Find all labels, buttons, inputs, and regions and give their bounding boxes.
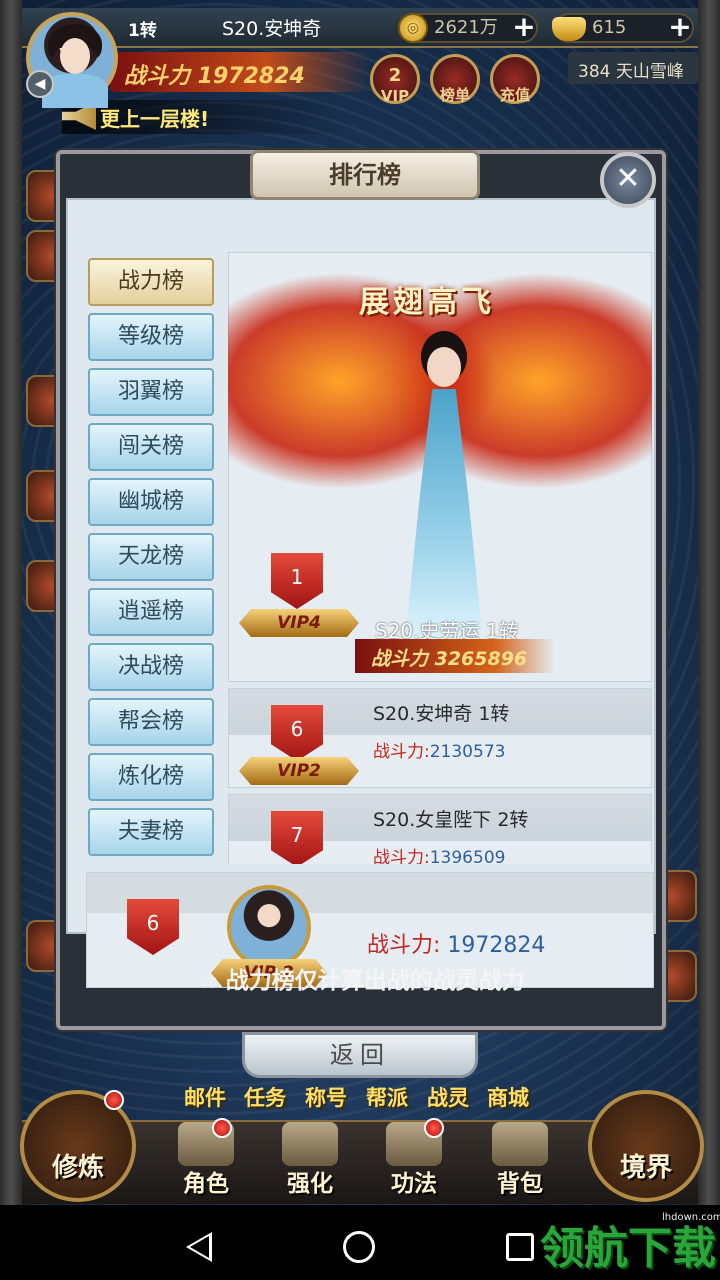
add-ingot-button[interactable]: + xyxy=(664,12,696,44)
dock-role[interactable]: 角色 xyxy=(160,1122,252,1205)
tab-wings[interactable]: 羽翼榜 xyxy=(88,368,214,416)
character-head xyxy=(427,347,461,387)
gold-value: 2621万 xyxy=(434,17,498,38)
power-label: 战斗力: xyxy=(373,742,430,762)
modal-title: 排行榜 xyxy=(250,150,480,200)
top1-character xyxy=(399,347,489,647)
vip-level: 2 xyxy=(388,65,402,86)
character-dress xyxy=(405,389,483,639)
ranking-button[interactable]: 榜单 xyxy=(430,54,480,104)
dock-label: 背包 xyxy=(497,1171,543,1197)
cultivate-label: 修炼 xyxy=(51,1153,104,1183)
tab-dragon[interactable]: 天龙榜 xyxy=(88,533,214,581)
gold-counter: ◎ 2621万 + xyxy=(398,12,540,44)
rank-shield: 7 xyxy=(271,811,323,864)
vip-badge: VIP2 xyxy=(239,757,359,785)
tab-couple[interactable]: 夫妻榜 xyxy=(88,808,214,856)
anvil-icon xyxy=(282,1122,338,1166)
ingot-icon xyxy=(552,17,586,41)
player-name: S20.安坤奇 xyxy=(222,18,322,40)
ranking-label: 榜单 xyxy=(439,86,470,104)
tab-ghost-city[interactable]: 幽城榜 xyxy=(88,478,214,526)
power-label: 战斗力: xyxy=(373,848,430,864)
tab-level[interactable]: 等级榜 xyxy=(88,313,214,361)
player-name: S20.女皇陛下 2转 xyxy=(373,809,529,831)
tab-guild[interactable]: 帮会榜 xyxy=(88,698,214,746)
realm-label: 境界 xyxy=(619,1153,672,1183)
tab-carefree[interactable]: 逍遥榜 xyxy=(88,588,214,636)
top1-power: 战斗力 3265896 xyxy=(355,639,555,673)
avatar-face xyxy=(60,38,90,74)
dock-label: 强化 xyxy=(287,1171,333,1197)
spirit-link[interactable]: 战灵 xyxy=(427,1082,469,1112)
cultivate-alert-dot xyxy=(104,1090,124,1110)
title-link[interactable]: 称号 xyxy=(305,1082,347,1112)
modal-content: 战力榜 等级榜 羽翼榜 闯关榜 幽城榜 天龙榜 逍遥榜 决战榜 帮会榜 炼化榜 … xyxy=(66,198,656,988)
gold-coin-icon: ◎ xyxy=(398,13,428,43)
dock-enhance[interactable]: 强化 xyxy=(264,1122,356,1205)
add-gold-button[interactable]: + xyxy=(508,12,540,44)
left-frame xyxy=(0,0,22,1205)
power-text: 战斗力:1396509 xyxy=(373,843,505,864)
vip-label: VIP xyxy=(380,87,410,105)
power-value: 2130573 xyxy=(429,742,506,762)
table-row[interactable]: 6 VIP2 S20.安坤奇 1转 战斗力:2130573 xyxy=(228,688,652,788)
back-button[interactable]: 返回 xyxy=(242,1032,478,1078)
watermark-url: lhdown.com xyxy=(662,1212,720,1223)
role-alert-dot xyxy=(212,1118,232,1138)
table-row[interactable]: 7 S20.女皇陛下 2转 战斗力:1396509 xyxy=(228,794,652,864)
nav-recents-icon[interactable] xyxy=(506,1233,534,1261)
vip-badge: VIP4 xyxy=(239,609,359,637)
realm-button[interactable]: 境界 xyxy=(588,1090,704,1202)
dock-label: 功法 xyxy=(391,1171,437,1197)
ranking-footnote: ☆ 战力榜仅计算出战的战灵战力 xyxy=(197,968,525,994)
speaker-icon[interactable]: ◀ xyxy=(26,70,54,98)
tab-refine[interactable]: 炼化榜 xyxy=(88,753,214,801)
ranking-list[interactable]: 展翅高飞 1 VIP4 S20.史劳运 1转 战斗力 3265896 6 VIP… xyxy=(228,252,652,864)
top1-entry[interactable]: 展翅高飞 1 VIP4 S20.史劳运 1转 战斗力 3265896 xyxy=(228,252,652,682)
combat-power-banner: 战斗力 1972824 xyxy=(110,52,370,92)
power-text: 战斗力:2130573 xyxy=(373,737,505,762)
rank-shield: 6 xyxy=(271,705,323,761)
skills-alert-dot xyxy=(424,1118,444,1138)
location-label: 384 天山雪峰 xyxy=(568,52,698,84)
wings-title: 展翅高飞 xyxy=(359,285,495,320)
bag-icon xyxy=(492,1122,548,1166)
mail-link[interactable]: 邮件 xyxy=(184,1082,226,1112)
ranking-modal: 排行榜 ✕ 战力榜 等级榜 羽翼榜 闯关榜 幽城榜 天龙榜 逍遥榜 决战榜 帮会… xyxy=(56,150,666,1030)
shop-link[interactable]: 商城 xyxy=(487,1082,529,1112)
vip-button[interactable]: 2 VIP xyxy=(370,54,420,105)
notice-text: 更上一层楼! xyxy=(100,107,210,131)
tab-combat-power[interactable]: 战力榜 xyxy=(88,258,214,306)
tab-duel[interactable]: 决战榜 xyxy=(88,643,214,691)
dock-skills[interactable]: 功法 xyxy=(368,1122,460,1205)
game-screen: ◀ 1转 S20.安坤奇 ◎ 2621万 + 615 + 战斗力 1972824… xyxy=(0,0,720,1205)
player-name: S20.安坤奇 1转 xyxy=(373,703,510,725)
close-button[interactable]: ✕ xyxy=(600,152,656,208)
tab-stage[interactable]: 闯关榜 xyxy=(88,423,214,471)
rebirth-level: 1转 xyxy=(128,21,157,41)
nav-back-icon[interactable] xyxy=(186,1232,212,1262)
dock-bag[interactable]: 背包 xyxy=(474,1122,566,1205)
right-frame xyxy=(698,0,720,1205)
ranking-tabs: 战力榜 等级榜 羽翼榜 闯关榜 幽城榜 天龙榜 逍遥榜 决战榜 帮会榜 炼化榜 … xyxy=(88,258,214,863)
power-value: 1396509 xyxy=(429,848,506,864)
dock-label: 角色 xyxy=(183,1171,229,1197)
ingot-counter: 615 + xyxy=(552,12,696,44)
recharge-button[interactable]: 充值 xyxy=(490,54,540,104)
nav-home-icon[interactable] xyxy=(343,1231,375,1263)
task-link[interactable]: 任务 xyxy=(244,1082,286,1112)
guild-link[interactable]: 帮派 xyxy=(366,1082,408,1112)
ingot-value: 615 xyxy=(592,17,627,38)
recharge-label: 充值 xyxy=(499,86,530,104)
